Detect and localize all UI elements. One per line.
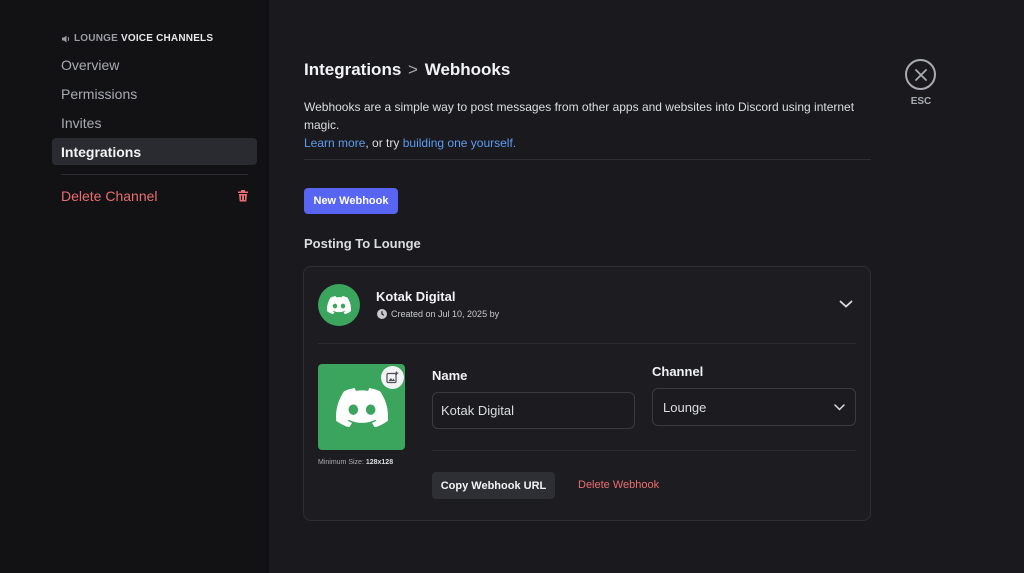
- channel-name: LOUNGE: [74, 33, 118, 44]
- breadcrumb: Integrations > Webhooks: [304, 60, 510, 80]
- build-yourself-link[interactable]: building one yourself.: [403, 136, 516, 150]
- webhook-avatar: [318, 284, 360, 326]
- channel-type: VOICE CHANNELS: [120, 33, 214, 44]
- sidebar-divider: [61, 174, 248, 175]
- delete-channel-button[interactable]: Delete Channel: [52, 182, 257, 209]
- copy-webhook-url-button[interactable]: Copy Webhook URL: [432, 472, 555, 499]
- channel-select[interactable]: Lounge: [652, 388, 856, 426]
- speaker-icon: [62, 35, 70, 42]
- add-image-icon: [386, 371, 399, 384]
- section-title: Posting To Lounge: [304, 236, 421, 251]
- fields-divider: [432, 450, 856, 451]
- webhook-card: Kotak Digital Created on Jul 10, 2025 by…: [303, 266, 871, 521]
- trash-icon: [238, 190, 248, 202]
- discord-logo-icon: [327, 296, 351, 314]
- min-size-prefix: Minimum Size:: [318, 459, 366, 466]
- learn-more-link[interactable]: Learn more: [304, 136, 365, 150]
- channel-label: Channel: [652, 364, 704, 379]
- created-info: Created on Jul 10, 2025 by: [377, 309, 499, 319]
- new-webhook-button[interactable]: New Webhook: [304, 188, 398, 214]
- min-size-value: 128x128: [365, 459, 394, 466]
- webhook-name: Kotak Digital: [376, 289, 456, 304]
- breadcrumb-webhooks: Webhooks: [424, 60, 511, 79]
- settings-sidebar: LOUNGE VOICE CHANNELS Overview Permissio…: [0, 0, 269, 573]
- name-label: Name: [432, 368, 468, 383]
- clock-icon: [377, 309, 387, 319]
- breadcrumb-integrations[interactable]: Integrations: [304, 60, 401, 79]
- sidebar-header: LOUNGE VOICE CHANNELS: [61, 33, 213, 44]
- esc-label: ESC: [910, 96, 932, 107]
- delete-channel-label: Delete Channel: [61, 187, 158, 204]
- sidebar-item-invites[interactable]: Invites: [52, 109, 257, 136]
- minimum-size-hint: Minimum Size: 128x128: [318, 459, 393, 466]
- sidebar-item-integrations[interactable]: Integrations: [52, 138, 257, 165]
- sidebar-item-permissions[interactable]: Permissions: [52, 80, 257, 107]
- page-description: Webhooks are a simple way to post messag…: [304, 98, 884, 152]
- description-middle: , or try: [365, 136, 403, 150]
- description-text: Webhooks are a simple way to post messag…: [304, 100, 855, 132]
- name-field[interactable]: [432, 392, 635, 429]
- delete-webhook-button[interactable]: Delete Webhook: [578, 479, 659, 491]
- header-divider: [304, 159, 871, 160]
- channel-selected-value: Lounge: [663, 399, 707, 415]
- chevron-down-icon: [834, 403, 845, 411]
- breadcrumb-separator: >: [408, 60, 418, 79]
- chevron-down-icon[interactable]: [839, 299, 853, 309]
- sidebar-item-overview[interactable]: Overview: [52, 51, 257, 78]
- main-content: Integrations > Webhooks Webhooks are a s…: [269, 0, 1024, 573]
- discord-logo-icon: [335, 387, 388, 427]
- add-image-button[interactable]: [381, 366, 404, 389]
- created-text: Created on Jul 10, 2025 by: [391, 309, 500, 319]
- close-button[interactable]: [905, 59, 936, 90]
- close-control: ESC: [905, 59, 937, 107]
- close-icon: [914, 68, 927, 81]
- card-divider: [318, 343, 856, 344]
